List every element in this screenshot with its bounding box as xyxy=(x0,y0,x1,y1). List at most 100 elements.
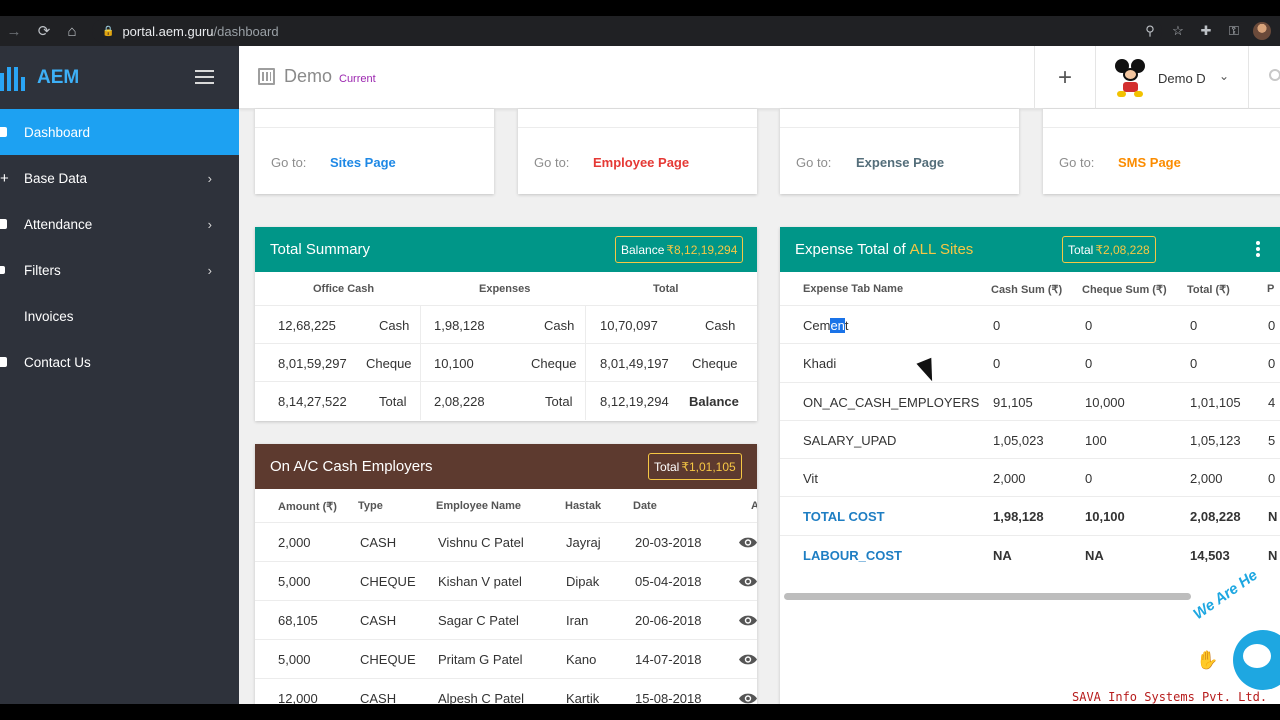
badge-label: Balance xyxy=(621,242,665,257)
sidebar-item-contact-us[interactable]: Contact Us xyxy=(0,339,239,385)
aem-logo-icon xyxy=(0,65,28,91)
plus-icon: + xyxy=(0,169,9,187)
cell: Cash xyxy=(705,318,736,333)
cell: 8,01,49,197 xyxy=(600,356,669,371)
sites-page-link[interactable]: Sites Page xyxy=(330,155,396,170)
column-header: P xyxy=(1267,283,1275,295)
cell: 12,68,225 xyxy=(278,318,336,333)
user-name[interactable]: Demo D xyxy=(1158,71,1206,86)
address-bar[interactable]: 🔒 portal.aem.guru/dashboard xyxy=(92,19,1162,43)
home-icon[interactable]: ⌂ xyxy=(58,16,86,46)
cell: 10,000 xyxy=(1085,394,1125,410)
cell: Pritam G Patel xyxy=(438,652,523,667)
cell: N xyxy=(1268,547,1278,563)
employee-page-link[interactable]: Employee Page xyxy=(593,155,689,170)
sidebar-item-attendance[interactable]: Attendance › xyxy=(0,201,239,247)
eye-icon[interactable] xyxy=(738,614,757,627)
brand-name: AEM xyxy=(37,66,80,88)
add-button[interactable]: + xyxy=(1034,46,1096,109)
forward-icon[interactable]: → xyxy=(0,16,28,46)
column-header: Expense Tab Name xyxy=(803,283,904,295)
cell: 12,000 xyxy=(278,691,318,704)
total-badge: Total ₹1,01,105 xyxy=(648,453,742,480)
star-icon[interactable]: ☆ xyxy=(1166,16,1190,46)
column-header: Office Cash xyxy=(313,283,375,295)
plus-icon: + xyxy=(1057,63,1072,91)
sidebar-item-filters[interactable]: Filters › xyxy=(0,247,239,293)
cell: 0 xyxy=(1268,356,1276,372)
table-header: Office Cash Expenses Total xyxy=(255,272,757,306)
search-icon[interactable] xyxy=(1269,69,1280,81)
browser-toolbar: → ⟳ ⌂ 🔒 portal.aem.guru/dashboard ⚲ ☆ ✚ … xyxy=(0,16,1280,46)
chevron-right-icon: › xyxy=(207,216,212,232)
expense-title-prefix: Expense Total of xyxy=(795,241,906,258)
cell: 5,000 xyxy=(278,652,311,667)
cell: 10,70,097 xyxy=(600,318,658,333)
column-header: Hastak xyxy=(565,500,602,512)
expense-page-link[interactable]: Expense Page xyxy=(856,155,944,170)
table-row: Khadi 0 0 0 0 xyxy=(780,344,1280,383)
cell: 8,14,27,522 xyxy=(278,394,347,409)
cell: 0 xyxy=(1085,471,1093,487)
cell: Vishnu C Patel xyxy=(438,535,524,550)
table-row: 2,000 CASH Vishnu C Patel Jayraj 20-03-2018 xyxy=(255,523,757,562)
cell-name[interactable]: LABOUR_COST xyxy=(803,548,902,563)
table-row: Cement 0 0 0 0 xyxy=(780,306,1280,345)
expense-total-card: Expense Total of ALL Sites Total ₹2,08,2… xyxy=(780,227,1280,704)
column-header: Employee Name xyxy=(436,500,521,512)
extensions-icon[interactable]: ✚ xyxy=(1194,16,1218,46)
chevron-down-icon[interactable]: ⌄ xyxy=(1219,69,1229,83)
selected-text: en xyxy=(830,318,845,333)
cell: Dipak xyxy=(566,574,600,589)
user-avatar[interactable] xyxy=(1115,59,1145,97)
cell: 8,01,59,297 xyxy=(278,356,347,371)
cell: 2,000 xyxy=(993,471,1026,487)
total-summary-header: Total Summary Balance ₹8,12,19,294 xyxy=(255,227,757,272)
key-icon[interactable]: ⚿ xyxy=(1222,16,1246,46)
cell: Total xyxy=(379,394,407,409)
reload-icon[interactable]: ⟳ xyxy=(30,16,58,46)
cell: 20-06-2018 xyxy=(635,613,702,628)
cell: 14,503 xyxy=(1190,547,1230,563)
eye-icon[interactable] xyxy=(738,692,757,704)
zoom-icon[interactable]: ⚲ xyxy=(1138,16,1162,46)
summary-table: Office Cash Expenses Total 12,68,225 Cas… xyxy=(255,272,757,420)
cell: Cheque xyxy=(531,356,577,371)
profile-avatar[interactable] xyxy=(1253,22,1271,40)
current-label: Current xyxy=(339,73,376,85)
lock-icon: 🔒 xyxy=(102,25,115,37)
cell: 5,000 xyxy=(278,574,311,589)
cell: 10,100 xyxy=(434,356,474,371)
eye-icon[interactable] xyxy=(738,575,757,588)
cell: 0 xyxy=(1190,318,1198,333)
more-options-icon[interactable] xyxy=(1256,241,1260,259)
eye-icon[interactable] xyxy=(738,536,757,549)
horizontal-scrollbar[interactable] xyxy=(784,593,1191,600)
cell: Cheque xyxy=(692,356,738,371)
badge-amount: ₹2,08,228 xyxy=(1095,242,1150,257)
eye-icon[interactable] xyxy=(738,653,757,666)
cell: 0 xyxy=(1268,318,1276,333)
column-header: Amount (₹) xyxy=(278,501,337,513)
expense-title-highlight: ALL Sites xyxy=(909,241,974,258)
column-header: Cash Sum (₹) xyxy=(991,284,1063,296)
table-row: Vit 2,000 0 2,000 0 xyxy=(780,459,1280,498)
hamburger-icon[interactable] xyxy=(195,70,214,88)
cell: 2,08,228 xyxy=(1190,509,1241,525)
cell: 0 xyxy=(1268,471,1276,487)
sidebar-item-label: Base Data xyxy=(24,170,88,186)
cell: 0 xyxy=(1190,356,1198,372)
sidebar-item-base-data[interactable]: + Base Data › xyxy=(0,155,239,201)
cell: Cash xyxy=(544,318,575,333)
cell: 5 xyxy=(1268,432,1276,448)
sidebar-item-invoices[interactable]: Invoices xyxy=(0,293,239,339)
sms-page-link[interactable]: SMS Page xyxy=(1118,155,1181,170)
cell: Kishan V patel xyxy=(438,574,522,589)
cell: Alpesh C Patel xyxy=(438,691,524,704)
table-row: SALARY_UPAD 1,05,023 100 1,05,123 5 xyxy=(780,421,1280,460)
table-row: 68,105 CASH Sagar C Patel Iran 20-06-2018 xyxy=(255,601,757,640)
name-text: t xyxy=(844,318,849,333)
cell-name[interactable]: TOTAL COST xyxy=(803,509,885,524)
sidebar-item-dashboard[interactable]: Dashboard xyxy=(0,109,239,155)
sidebar-item-label: Attendance xyxy=(24,216,93,232)
